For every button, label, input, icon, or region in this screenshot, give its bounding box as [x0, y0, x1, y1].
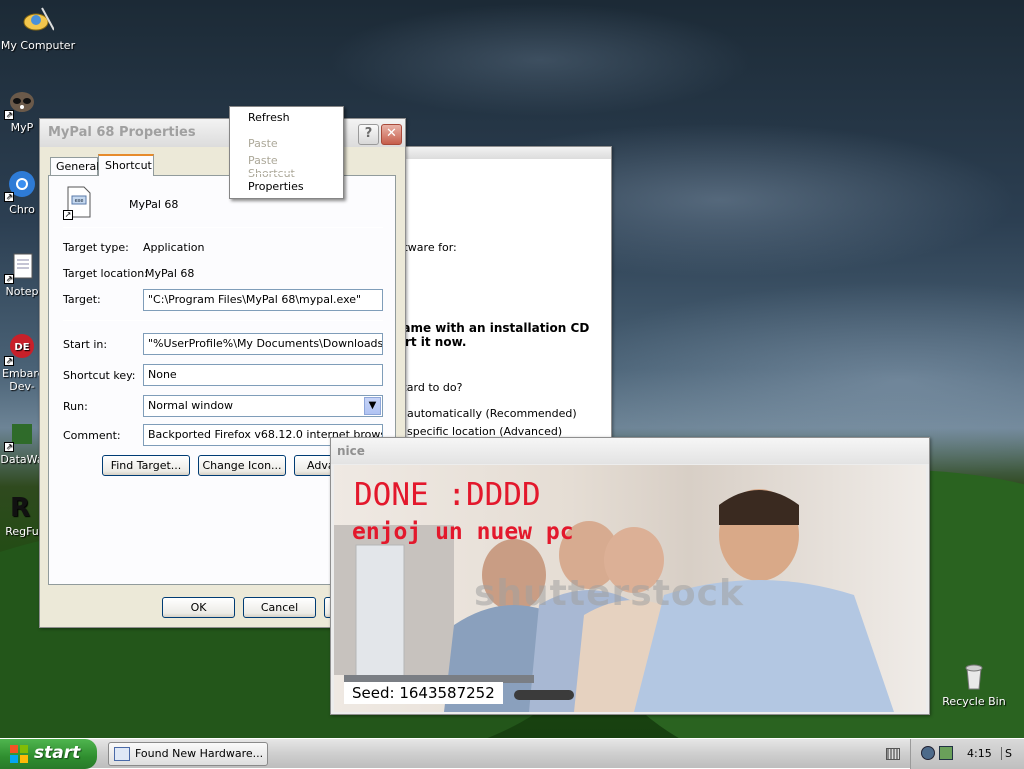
desktop-icon-label: Recycle Bin	[942, 695, 1006, 708]
desktop-icon-label: My Computer	[0, 39, 76, 52]
menu-separator	[234, 173, 339, 174]
wizard-option-automatic[interactable]: automatically (Recommended)	[407, 407, 577, 420]
menu-item-paste-shortcut[interactable]: Paste Shortcut	[232, 151, 341, 180]
nice-image: shutterstock DONE :DDDD enjoj un nuew pc…	[334, 465, 926, 712]
nice-titlebar[interactable]: nice	[331, 438, 929, 464]
chrome-icon: ↗	[4, 168, 38, 202]
shortcut-key-label: Shortcut key:	[63, 369, 136, 382]
shortcut-name: MyPal 68	[129, 198, 179, 211]
desktop-icon-label: RegFu	[5, 525, 39, 538]
nice-window[interactable]: nice shutterstock DONE :DDDD enjoj un nu…	[330, 437, 930, 715]
shortcut-file-icon: exe ↗	[63, 186, 93, 220]
system-tray: 4:15 S	[910, 739, 1024, 769]
desktop-icon-label: MyP	[10, 121, 34, 134]
hardware-wizard-icon	[114, 747, 130, 761]
separator	[63, 320, 383, 321]
safely-remove-icon[interactable]	[939, 746, 953, 760]
start-in-input[interactable]: "%UserProfile%\My Documents\Downloads"	[143, 333, 383, 355]
seed-label: Seed: 1643587252	[344, 682, 503, 704]
svg-text:DE: DE	[14, 342, 29, 353]
dropdown-arrow-icon[interactable]: ▼	[364, 397, 381, 415]
desktop-icon-label: DataWa	[0, 453, 44, 466]
context-menu: Refresh Paste Paste Shortcut Properties	[229, 106, 344, 199]
regfu-icon: R	[6, 490, 38, 523]
comment-label: Comment:	[63, 429, 121, 442]
shortcut-arrow-icon: ↗	[4, 274, 14, 284]
change-icon-button[interactable]: Change Icon...	[198, 455, 286, 476]
help-button[interactable]: ?	[358, 124, 379, 145]
ok-button[interactable]: OK	[162, 597, 235, 618]
target-location-label: Target location:	[63, 267, 148, 280]
desktop-icon-label: Embarc	[2, 367, 44, 380]
start-in-label: Start in:	[63, 338, 108, 351]
run-select[interactable]: Normal window ▼	[143, 395, 383, 417]
computer-icon	[22, 4, 55, 36]
enjoy-subline: enjoj un nuew pc	[352, 519, 574, 545]
shortcut-key-input[interactable]: None	[143, 364, 383, 386]
desktop-icon-my-computer[interactable]: My Computer	[0, 4, 76, 52]
find-target-button[interactable]: Find Target...	[102, 455, 190, 476]
clock: 4:15	[967, 747, 992, 760]
keyboard-icon[interactable]	[886, 748, 900, 760]
dialog-title: MyPal 68 Properties	[48, 125, 196, 140]
start-label: start	[34, 743, 81, 763]
wizard-text: re came with an installation CD	[377, 321, 590, 335]
embarcadero-icon: DE ↗	[4, 332, 38, 366]
menu-item-refresh[interactable]: Refresh	[232, 108, 341, 128]
tab-general[interactable]: General	[50, 157, 100, 175]
start-button[interactable]: start	[0, 739, 97, 769]
windows-logo-icon	[10, 745, 28, 763]
menu-item-properties[interactable]: Properties	[232, 177, 341, 197]
target-input[interactable]: "C:\Program Files\MyPal 68\mypal.exe"	[143, 289, 383, 311]
recycle-bin-icon	[958, 660, 990, 692]
tab-shortcut[interactable]: Shortcut	[98, 154, 154, 176]
watermark-text: shutterstock	[474, 573, 744, 614]
taskbar-button-label: Found New Hardware...	[135, 747, 264, 760]
desktop-icon-label: Dev-	[9, 380, 35, 393]
nice-title: nice	[337, 444, 365, 458]
desktop-icon-label: Chro	[9, 203, 35, 216]
desktop-icon-chrome[interactable]: ↗ Chro	[2, 168, 42, 216]
tray-extra-label: S	[1001, 747, 1012, 760]
properties-titlebar[interactable]: MyPal 68 Properties ? ✕	[40, 119, 405, 147]
shortcut-arrow-icon: ↗	[4, 192, 14, 202]
done-headline: DONE :DDDD	[354, 477, 541, 513]
close-button[interactable]: ✕	[381, 124, 402, 145]
run-label: Run:	[63, 400, 88, 413]
desktop-icon-mypal[interactable]: ↗ MyP	[2, 86, 42, 134]
target-type-label: Target type:	[63, 241, 129, 254]
desktop-icon-notepad[interactable]: ↗ Notep	[2, 250, 42, 298]
desktop-icon-regfu[interactable]: R RegFu	[2, 490, 42, 538]
network-icon[interactable]	[921, 746, 935, 760]
advanced-button[interactable]: Adva	[294, 455, 335, 476]
desktop-icon-recycle-bin[interactable]: Recycle Bin	[936, 660, 1012, 708]
target-type-value: Application	[143, 241, 205, 254]
raccoon-icon: ↗	[4, 86, 38, 120]
notepad-icon: ↗	[4, 250, 38, 284]
shortcut-arrow-icon: ↗	[4, 356, 14, 366]
svg-text:exe: exe	[75, 198, 84, 204]
svg-text:R: R	[10, 493, 30, 522]
desktop-icon-label: Notep	[5, 285, 39, 298]
shortcut-arrow-icon: ↗	[4, 442, 14, 452]
run-select-value: Normal window	[148, 399, 234, 412]
wizard-text: zard to do?	[401, 381, 463, 394]
tab-label: Shortcut	[105, 159, 152, 172]
separator	[63, 227, 383, 228]
target-location-value: MyPal 68	[145, 267, 195, 280]
shortcut-arrow-icon: ↗	[63, 210, 73, 220]
taskbar-button-found-new-hardware[interactable]: Found New Hardware...	[108, 742, 268, 766]
shortcut-arrow-icon: ↗	[4, 110, 14, 120]
datawa-icon: ↗	[4, 418, 38, 452]
target-label: Target:	[63, 293, 101, 306]
cancel-button[interactable]: Cancel	[243, 597, 316, 618]
taskbar: start Found New Hardware... 4:15 S	[0, 738, 1024, 769]
menu-separator	[234, 130, 339, 131]
desktop-icon-datawa[interactable]: ↗ DataWa	[0, 418, 44, 466]
tab-label: General	[56, 160, 100, 173]
desktop-icon-embarcadero[interactable]: DE ↗ Embarc Dev-	[2, 332, 44, 393]
